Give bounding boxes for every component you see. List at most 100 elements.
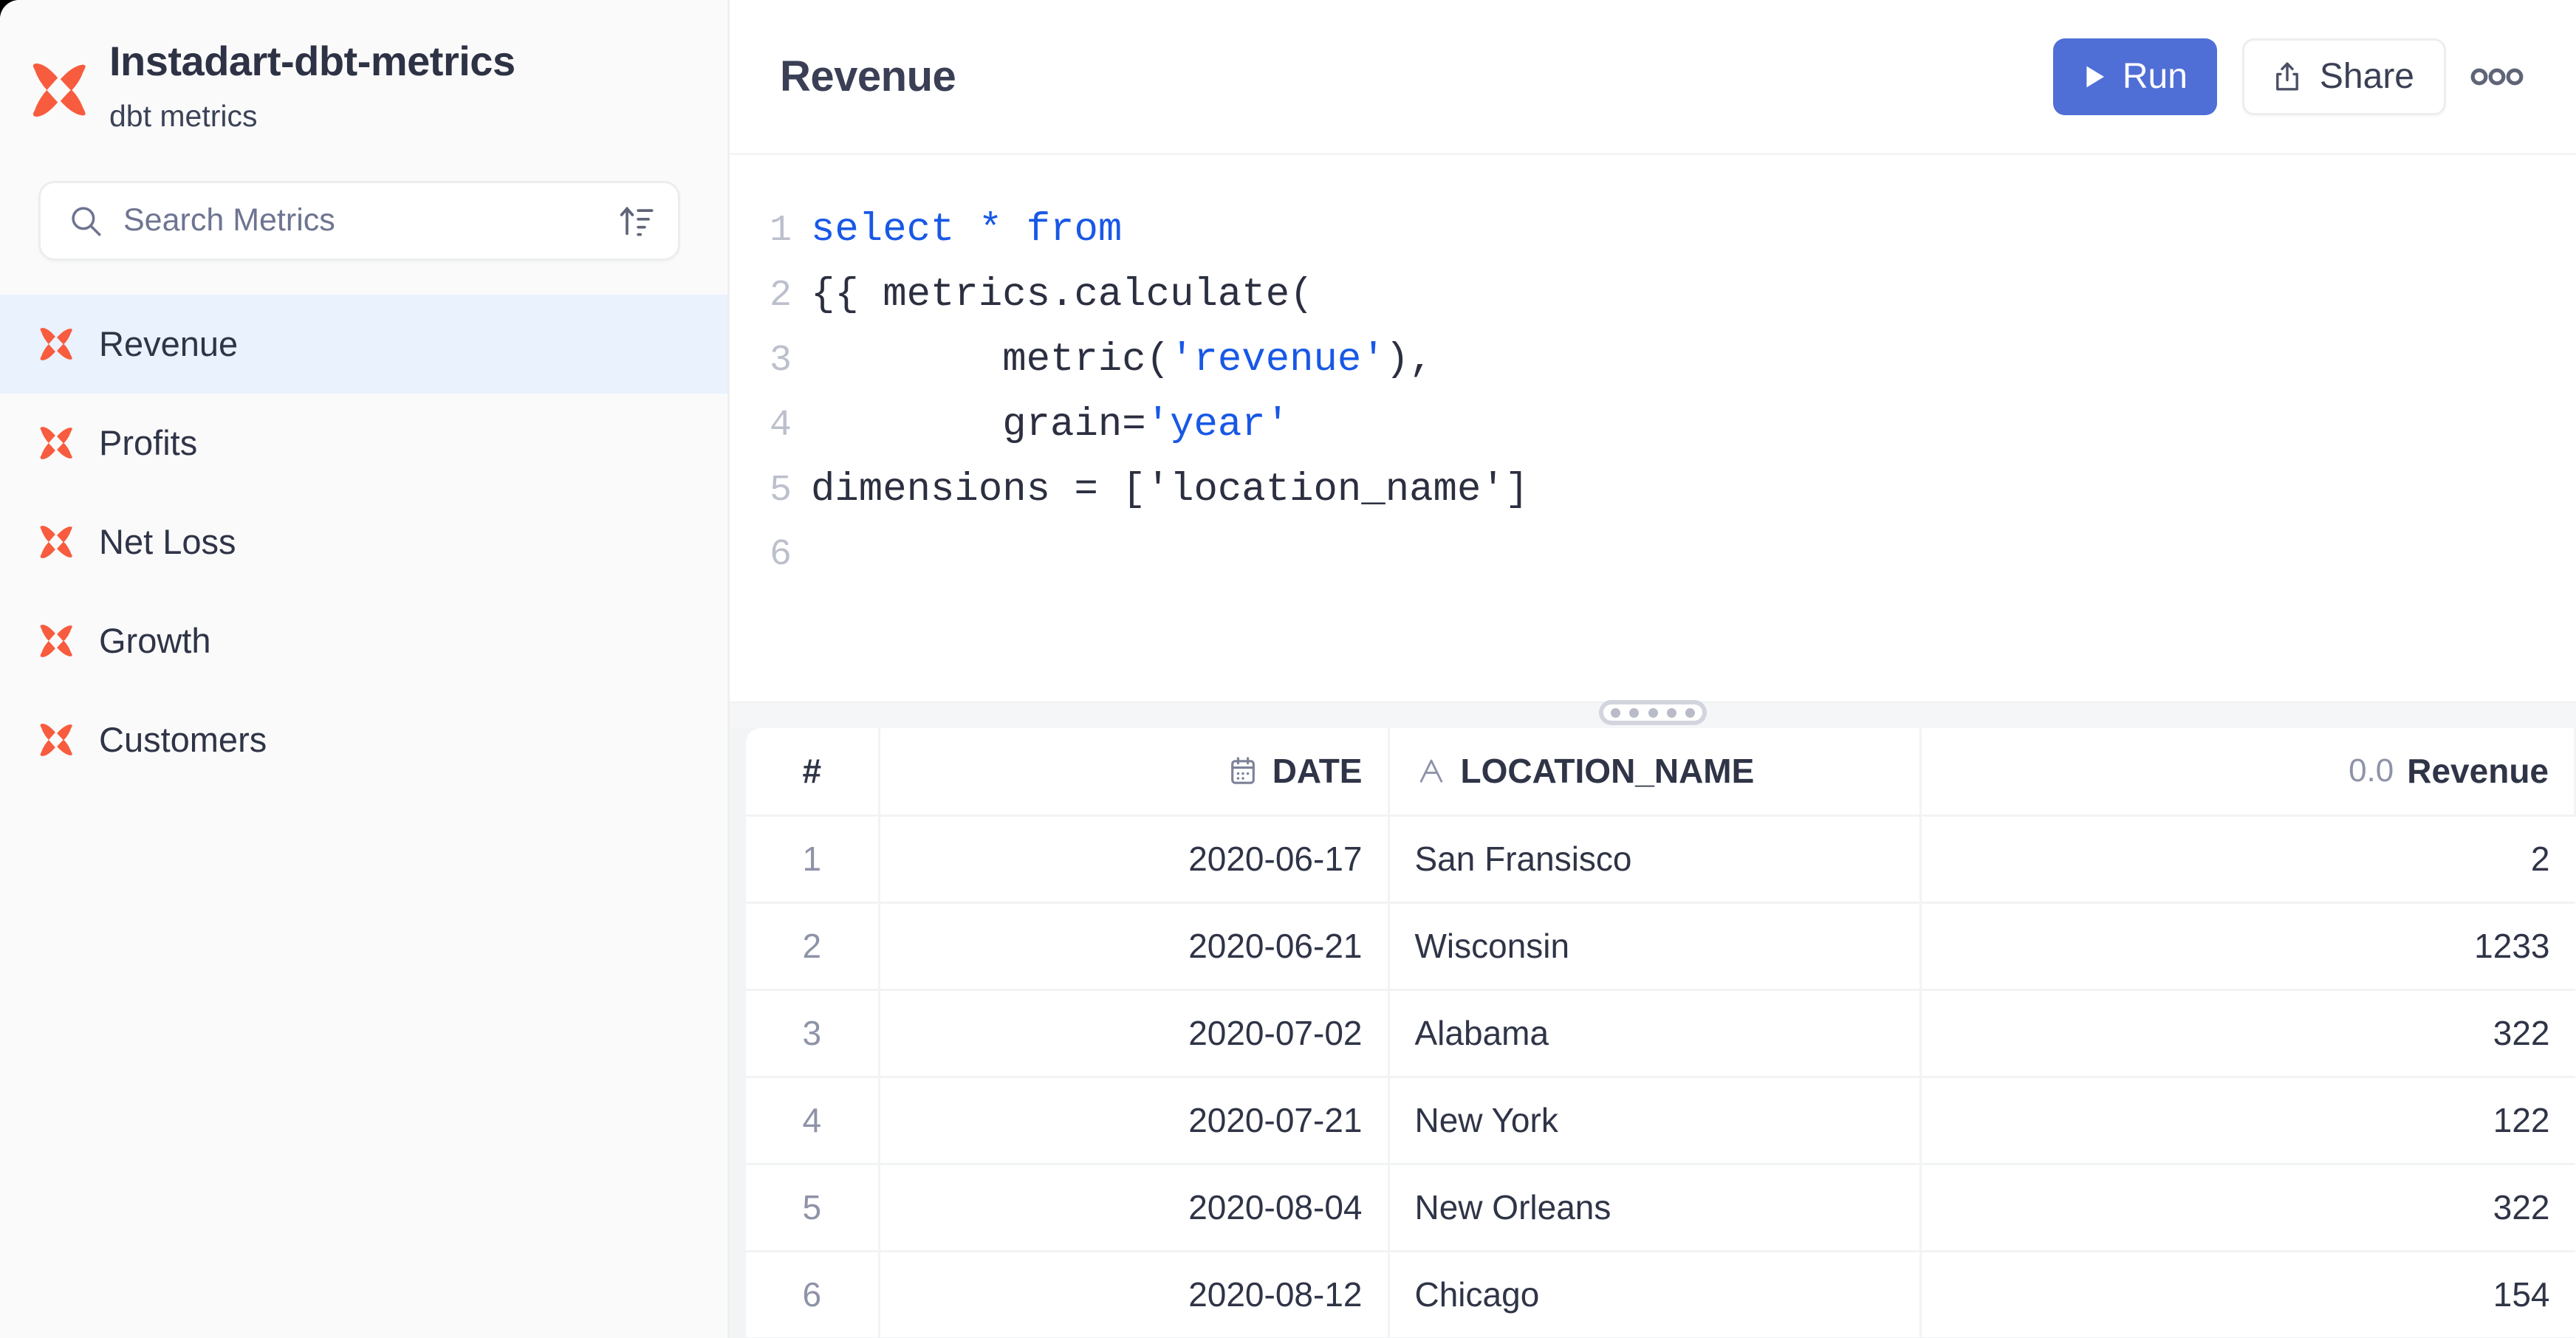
code-token: 'location_name' <box>1145 467 1505 512</box>
row-index: 5 <box>746 1164 880 1252</box>
line-number: 5 <box>769 470 792 512</box>
table-row[interactable]: 3 2020-07-02 Alabama 322 <box>746 989 2575 1078</box>
row-index: 6 <box>746 1251 880 1338</box>
table-header-row: # DATE LOCATION_NAME 0.0 Revenue <box>746 728 2576 817</box>
column-header-index[interactable]: # <box>746 728 880 817</box>
search-input[interactable] <box>123 202 606 239</box>
cell-date: 2020-08-04 <box>879 1164 1390 1252</box>
sidebar-item-growth[interactable]: Growth <box>0 591 727 690</box>
table-row[interactable]: 2 2020-06-21 Wisconsin 1233 <box>746 902 2575 991</box>
panel-splitter[interactable] <box>730 700 2576 728</box>
code-token: metric( <box>811 337 1171 382</box>
results-panel: # DATE LOCATION_NAME 0.0 Revenue 1 2020-… <box>730 728 2576 1338</box>
sidebar-item-label: Customers <box>99 720 267 760</box>
metric-x-icon <box>40 525 72 558</box>
code-line: 6 <box>730 523 2576 588</box>
cell-date: 2020-06-21 <box>879 902 1390 991</box>
line-number: 4 <box>769 405 792 447</box>
column-header-date[interactable]: DATE <box>879 728 1390 817</box>
sidebar-item-net-loss[interactable]: Net Loss <box>0 493 727 591</box>
run-button[interactable]: Run <box>2052 38 2217 115</box>
share-button-label: Share <box>2319 57 2414 96</box>
number-type-icon: 0.0 <box>2349 752 2394 789</box>
sidebar-item-label: Net Loss <box>99 522 236 562</box>
search-icon <box>72 207 101 236</box>
sidebar-item-label: Revenue <box>99 324 239 364</box>
code-token: 'year' <box>1145 402 1290 447</box>
column-header-date-inner: DATE <box>905 751 1363 791</box>
column-header-location-label: LOCATION_NAME <box>1460 752 1755 791</box>
code-line: 5 dimensions = [ 'location_name' ] <box>730 458 2576 523</box>
column-header-revenue-label: Revenue <box>2407 752 2549 791</box>
table-body: 1 2020-06-17 San Fransisco 2 2 2020-06-2… <box>746 815 2575 1338</box>
column-header-location-inner: LOCATION_NAME <box>1415 751 1894 791</box>
drag-handle-icon[interactable] <box>1599 700 1707 725</box>
row-index: 2 <box>746 902 880 991</box>
workspace-title: Instadart-dbt-metrics <box>109 38 515 84</box>
more-horizontal-icon <box>2470 68 2524 85</box>
code-line: 2 {{ metrics.calculate( <box>730 263 2576 328</box>
share-button[interactable]: Share <box>2241 38 2446 115</box>
metric-x-icon <box>40 327 72 360</box>
metric-x-icon <box>40 426 72 459</box>
cell-revenue: 2 <box>1920 815 2575 904</box>
sql-editor[interactable]: 1 select * from 2 {{ metrics.calculate( … <box>730 155 2576 701</box>
code-token: grain= <box>811 402 1146 447</box>
main-panel: Revenue Run Share 1 select * from 2 {{m… <box>730 0 2576 1338</box>
share-upload-icon <box>2276 61 2298 90</box>
sidebar-item-profits[interactable]: Profits <box>0 394 727 493</box>
code-line: 3 metric( 'revenue' ), <box>730 328 2576 393</box>
page-title: Revenue <box>780 52 956 100</box>
brand-text: Instadart-dbt-metrics dbt metrics <box>93 38 515 133</box>
grip-dot <box>1629 707 1640 718</box>
column-header-location-name[interactable]: LOCATION_NAME <box>1388 728 1922 817</box>
calendar-icon <box>1230 757 1255 784</box>
line-number: 3 <box>769 340 792 382</box>
cell-date: 2020-07-21 <box>879 1077 1390 1165</box>
cell-revenue: 322 <box>1920 1164 2575 1252</box>
table-row[interactable]: 4 2020-07-21 New York 122 <box>746 1077 2575 1165</box>
text-type-icon <box>1419 759 1442 783</box>
more-options-button[interactable] <box>2456 38 2538 115</box>
metric-list: Revenue Profits Net Loss Growth Customer… <box>0 294 727 789</box>
workspace-subtitle: dbt metrics <box>109 98 258 133</box>
code-token: {{ metrics.calculate( <box>811 272 1314 318</box>
table-row[interactable]: 6 2020-08-12 Chicago 154 <box>746 1251 2575 1338</box>
sidebar: Instadart-dbt-metrics dbt metrics Search… <box>0 0 730 1338</box>
cell-location-name: New Orleans <box>1388 1164 1922 1252</box>
sidebar-item-customers[interactable]: Customers <box>0 690 727 789</box>
table-row[interactable]: 1 2020-06-17 San Fransisco 2 <box>746 815 2575 904</box>
line-number: 1 <box>769 210 792 252</box>
table-head: # DATE LOCATION_NAME 0.0 Revenue <box>746 728 2576 817</box>
cell-location-name: Chicago <box>1388 1251 1922 1338</box>
line-number: 2 <box>769 275 792 317</box>
results-table-container: # DATE LOCATION_NAME 0.0 Revenue 1 2020-… <box>746 728 2576 1338</box>
run-button-label: Run <box>2122 57 2188 96</box>
brand-header: Instadart-dbt-metrics dbt metrics <box>0 0 727 133</box>
cell-location-name: San Fransisco <box>1388 815 1922 904</box>
cell-revenue: 122 <box>1920 1077 2575 1165</box>
column-header-date-label: DATE <box>1272 752 1363 791</box>
cell-date: 2020-07-02 <box>879 989 1390 1078</box>
sidebar-item-label: Growth <box>99 621 211 661</box>
row-index: 4 <box>746 1077 880 1165</box>
cell-location-name: Wisconsin <box>1388 902 1922 991</box>
hash-icon: # <box>802 752 822 791</box>
column-header-revenue[interactable]: 0.0 Revenue <box>1920 728 2576 817</box>
grip-dot <box>1685 707 1695 718</box>
sidebar-item-revenue[interactable]: Revenue <box>0 294 727 394</box>
search-metrics-box[interactable] <box>38 180 680 261</box>
column-header-revenue-inner: 0.0 Revenue <box>1947 751 2549 791</box>
table-row[interactable]: 5 2020-08-04 New Orleans 322 <box>746 1164 2575 1252</box>
cell-revenue: 1233 <box>1920 902 2575 991</box>
grip-dot <box>1666 707 1676 718</box>
play-icon <box>2086 66 2104 87</box>
grip-dot <box>1648 707 1658 718</box>
cell-revenue: 154 <box>1920 1251 2575 1338</box>
code-line: 4 grain= 'year' <box>730 393 2576 458</box>
line-number: 6 <box>769 534 792 576</box>
sort-ascending-icon[interactable] <box>617 202 656 240</box>
code-token: ] <box>1504 467 1530 512</box>
row-index: 1 <box>746 815 880 904</box>
code-line: 1 select * from <box>730 198 2576 263</box>
